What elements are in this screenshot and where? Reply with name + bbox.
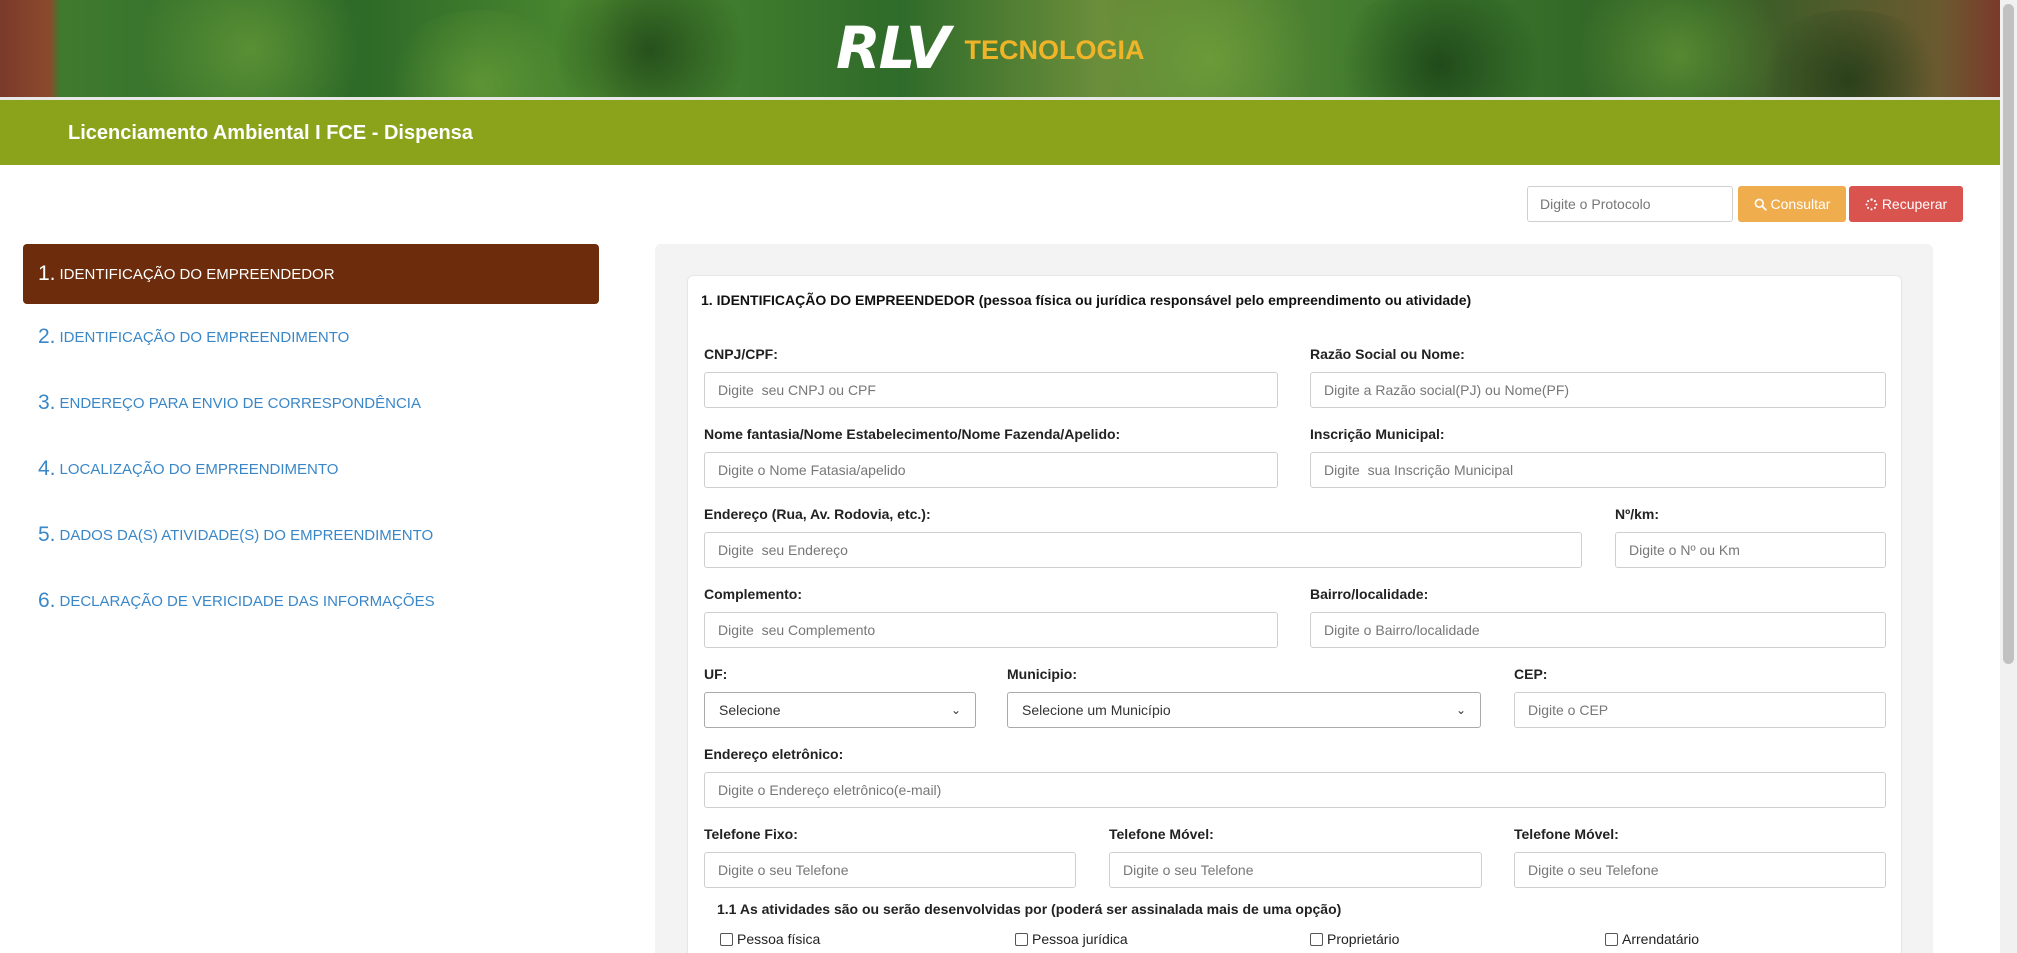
inscricao-municipal-label: Inscrição Municipal:	[1310, 426, 1445, 442]
consultar-label: Consultar	[1770, 196, 1831, 212]
complemento-input[interactable]	[704, 612, 1278, 648]
municipio-label: Municipio:	[1007, 666, 1077, 682]
sidebar-item-localizacao[interactable]: 4. LOCALIZAÇÃO DO EMPREENDIMENTO	[23, 436, 599, 502]
uf-label: UF:	[704, 666, 728, 682]
sidebar-item-label: DECLARAÇÃO DE VERICIDADE DAS INFORMAÇÕES	[59, 592, 435, 610]
header-banner: RLV TECNOLOGIA	[0, 0, 2000, 98]
recuperar-label: Recuperar	[1881, 196, 1948, 212]
uf-select[interactable]: Selecione ⌄	[704, 692, 976, 728]
page-scrollbar[interactable]	[2000, 0, 2017, 953]
search-icon	[1754, 198, 1767, 211]
sidebar-item-dados-atividades[interactable]: 5. DADOS DA(S) ATIVIDADE(S) DO EMPREENDI…	[23, 502, 599, 568]
section-heading: 1. IDENTIFICAÇÃO DO EMPREENDEDOR (pessoa…	[701, 292, 1472, 308]
bairro-label: Bairro/localidade:	[1310, 586, 1429, 602]
consultar-button[interactable]: Consultar	[1738, 186, 1846, 222]
telefone-movel-2-label: Telefone Móvel:	[1514, 826, 1619, 842]
sidebar-item-number: 4.	[38, 457, 56, 480]
checkbox-label: Pessoa jurídica	[1032, 931, 1128, 947]
checkbox-arrendatario[interactable]: Arrendatário	[1605, 931, 1699, 947]
sidebar-item-label: IDENTIFICAÇÃO DO EMPREENDIMENTO	[59, 328, 350, 346]
nome-fantasia-input[interactable]	[704, 452, 1278, 488]
form-panel: 1. IDENTIFICAÇÃO DO EMPREENDEDOR (pessoa…	[687, 275, 1902, 953]
sidebar-item-number: 2.	[38, 325, 56, 348]
uf-selected-value: Selecione	[719, 702, 781, 718]
sidebar-item-label: ENDEREÇO PARA ENVIO DE CORRESPONDÊNCIA	[59, 394, 421, 412]
nome-fantasia-label: Nome fantasia/Nome Estabelecimento/Nome …	[704, 426, 1121, 442]
checkbox-pessoa-juridica[interactable]: Pessoa jurídica	[1015, 931, 1128, 947]
checkbox-label: Proprietário	[1327, 931, 1400, 947]
endereco-label: Endereço (Rua, Av. Rodovia, etc.):	[704, 506, 931, 522]
inscricao-municipal-input[interactable]	[1310, 452, 1886, 488]
checkbox-box[interactable]	[1310, 932, 1323, 946]
sidebar-item-label: DADOS DA(S) ATIVIDADE(S) DO EMPREENDIMEN…	[59, 526, 434, 544]
razao-social-input[interactable]	[1310, 372, 1886, 408]
chevron-down-icon: ⌄	[1455, 703, 1466, 717]
telefone-movel-label: Telefone Móvel:	[1109, 826, 1214, 842]
sidebar-nav: 1. IDENTIFICAÇÃO DO EMPREENDEDOR 2. IDEN…	[23, 244, 599, 634]
telefone-fixo-input[interactable]	[704, 852, 1076, 888]
checkbox-box[interactable]	[720, 932, 733, 946]
sidebar-item-number: 6.	[38, 589, 56, 612]
sidebar-item-number: 3.	[38, 391, 56, 414]
checkbox-box[interactable]	[1015, 932, 1028, 946]
cep-input[interactable]	[1514, 692, 1886, 728]
sidebar-item-label: IDENTIFICAÇÃO DO EMPREENDEDOR	[59, 265, 335, 283]
bairro-input[interactable]	[1310, 612, 1886, 648]
logo-text: TECNOLOGIA	[964, 35, 1145, 65]
cnpj-input[interactable]	[704, 372, 1278, 408]
sidebar-item-declaracao[interactable]: 6. DECLARAÇÃO DE VERICIDADE DAS INFORMAÇ…	[23, 568, 599, 634]
telefone-movel-2-input[interactable]	[1514, 852, 1886, 888]
checkbox-label: Arrendatário	[1622, 931, 1700, 947]
cep-label: CEP:	[1514, 666, 1548, 682]
page-title: Licenciamento Ambiental I FCE - Dispensa	[68, 122, 473, 144]
complemento-label: Complemento:	[704, 586, 802, 602]
title-bar: Licenciamento Ambiental I FCE - Dispensa	[0, 100, 2000, 165]
razao-social-label: Razão Social ou Nome:	[1310, 346, 1465, 362]
rlv-logo: RLV TECNOLOGIA	[836, 14, 1145, 82]
telefone-movel-input[interactable]	[1109, 852, 1482, 888]
scrollbar-thumb[interactable]	[2003, 4, 2014, 664]
email-label: Endereço eletrônico:	[704, 746, 844, 762]
checkbox-box[interactable]	[1605, 932, 1618, 946]
protocol-input[interactable]	[1527, 186, 1733, 222]
municipio-selected-value: Selecione um Município	[1022, 702, 1171, 718]
sidebar-item-identificacao-empreendimento[interactable]: 2. IDENTIFICAÇÃO DO EMPREENDIMENTO	[23, 304, 599, 370]
numero-input[interactable]	[1615, 532, 1886, 568]
chevron-down-icon: ⌄	[950, 703, 961, 717]
email-input[interactable]	[704, 772, 1886, 808]
sidebar-item-number: 1.	[38, 262, 56, 285]
municipio-select[interactable]: Selecione um Município ⌄	[1007, 692, 1481, 728]
sidebar-item-number: 5.	[38, 523, 56, 546]
cnpj-label: CNPJ/CPF:	[704, 346, 778, 362]
logo-mark: RLV	[836, 14, 951, 82]
numero-label: Nº/km:	[1615, 506, 1660, 522]
checkbox-pessoa-fisica[interactable]: Pessoa física	[720, 931, 820, 947]
spinner-icon	[1865, 197, 1878, 210]
telefone-fixo-label: Telefone Fixo:	[704, 826, 798, 842]
recuperar-button[interactable]: Recuperar	[1849, 186, 1963, 222]
sidebar-item-identificacao-empreendedor[interactable]: 1. IDENTIFICAÇÃO DO EMPREENDEDOR	[23, 244, 599, 304]
endereco-input[interactable]	[704, 532, 1582, 568]
checkbox-label: Pessoa física	[737, 931, 821, 947]
sidebar-item-label: LOCALIZAÇÃO DO EMPREENDIMENTO	[59, 460, 339, 478]
checkbox-proprietario[interactable]: Proprietário	[1310, 931, 1399, 947]
activities-heading: 1.1 As atividades são ou serão desenvolv…	[717, 901, 1342, 917]
sidebar-item-endereco-correspondencia[interactable]: 3. ENDEREÇO PARA ENVIO DE CORRESPONDÊNCI…	[23, 370, 599, 436]
